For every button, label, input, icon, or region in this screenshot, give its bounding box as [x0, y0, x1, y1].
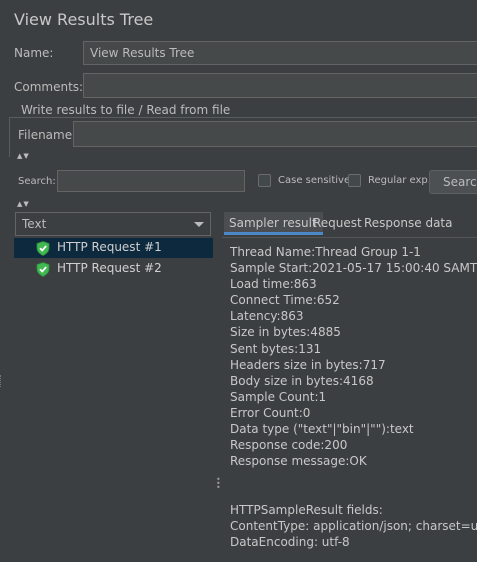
result-line: [230, 485, 477, 501]
shield-check-icon: [36, 241, 50, 256]
tab-sampler-result[interactable]: Sampler result: [224, 212, 323, 235]
filename-label: Filename: [18, 128, 73, 142]
result-line: Load time:863: [230, 277, 317, 292]
regular-exp-checkbox[interactable]: [348, 174, 361, 187]
left-edge-grip[interactable]: [0, 375, 3, 387]
tree-item[interactable]: HTTP Request #1: [14, 238, 213, 258]
splitter-arrows-2[interactable]: ▲▼: [17, 201, 30, 208]
shield-check-icon: [36, 262, 50, 277]
result-line: Body size in bytes:4168: [230, 373, 374, 388]
splitter-arrows[interactable]: ▲▼: [17, 153, 30, 160]
result-line: HTTPSampleResult fields:: [230, 502, 383, 517]
tree-item-label: HTTP Request #2: [57, 261, 162, 275]
name-label: Name:: [14, 46, 54, 60]
filename-input[interactable]: [73, 121, 477, 147]
result-line: Sent bytes:131: [230, 341, 322, 356]
search-label: Search:: [18, 176, 56, 187]
regular-exp-label: Regular exp.: [368, 175, 431, 186]
result-line: Response code:200: [230, 438, 348, 453]
result-line: DataEncoding: utf-8: [230, 534, 350, 549]
comments-label: Comments:: [14, 80, 84, 94]
result-line: Size in bytes:4885: [230, 325, 341, 340]
result-line: Connect Time:652: [230, 293, 340, 308]
tab-request[interactable]: Request: [313, 216, 362, 230]
tree-item[interactable]: HTTP Request #2: [14, 259, 213, 279]
write-results-title: Write results to file / Read from file: [18, 103, 235, 117]
result-line: Data type ("text"|"bin"|""):text: [230, 422, 414, 437]
result-line: Response message:OK: [230, 454, 367, 469]
result-line: ContentType: application/json; charset=u…: [230, 518, 477, 533]
result-line: Error Count:0: [230, 405, 311, 420]
case-sensitive-label: Case sensitive: [278, 175, 351, 186]
case-sensitive-checkbox[interactable]: [258, 174, 271, 187]
result-line: Headers size in bytes:717: [230, 357, 386, 372]
renderer-select[interactable]: Text: [15, 212, 211, 236]
tabs-divider: [222, 237, 477, 238]
name-input[interactable]: View Results Tree: [83, 41, 477, 65]
result-line: Latency:863: [230, 309, 304, 324]
comments-input[interactable]: [83, 73, 477, 98]
tab-response-data[interactable]: Response data: [364, 216, 452, 230]
renderer-select-value: Text: [22, 217, 47, 231]
result-line: Sample Start:2021-05-17 15:00:40 SAMT: [230, 261, 477, 276]
result-line: [230, 469, 477, 485]
result-line: Thread Name:Thread Group 1-1: [230, 245, 421, 259]
page-title: View Results Tree: [14, 10, 154, 29]
search-button[interactable]: Search: [429, 170, 477, 194]
split-grip[interactable]: • • •: [216, 476, 221, 492]
sampler-result-text: Thread Name:Thread Group 1-1 Sample Star…: [230, 244, 477, 550]
tree-item-label: HTTP Request #1: [57, 240, 162, 254]
chevron-down-icon: [194, 222, 204, 227]
result-line: Sample Count:1: [230, 389, 327, 404]
search-input[interactable]: [57, 170, 245, 192]
